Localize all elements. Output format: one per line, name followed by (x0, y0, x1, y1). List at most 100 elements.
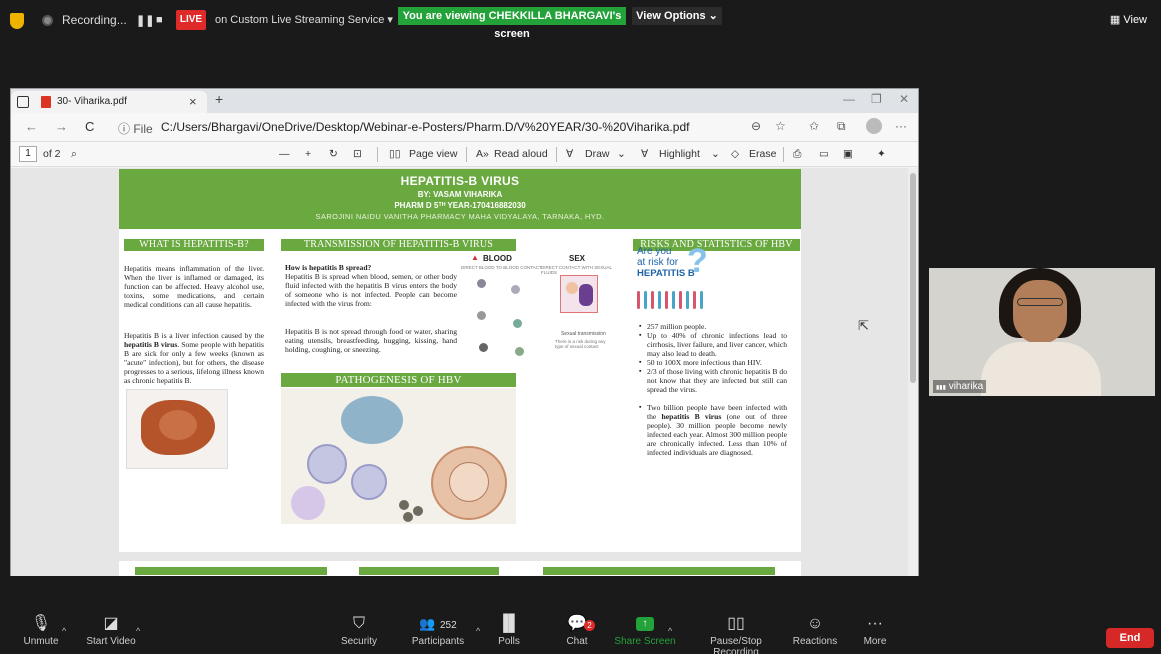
fit-page-icon[interactable]: ⊡ (353, 148, 362, 160)
address-bar-row: ← → C ⓘ File C:/Users/Bhargavi/OneDrive/… (11, 113, 918, 141)
end-meeting-button[interactable]: End (1106, 628, 1154, 648)
close-icon[interactable]: ✕ (899, 92, 909, 106)
poster-author: BY: VASAM VIHARIKA (417, 190, 503, 199)
pause-recording-button[interactable]: ❚❚ (136, 14, 154, 27)
refresh-icon[interactable]: C (85, 119, 94, 134)
transmission-paragraph-2: Hepatitis B is not spread through food o… (285, 327, 457, 354)
pdf-viewer[interactable]: HEPATITIS-B VIRUS BY: VASAM VIHARIKA PHA… (11, 168, 910, 576)
zoom-icon[interactable]: ⊖ (751, 119, 761, 133)
antigen-presenting-cell (341, 396, 403, 444)
person-icon (693, 291, 696, 309)
live-stream-dropdown[interactable]: on Custom Live Streaming Service ▾ (215, 13, 393, 26)
tools-icon (477, 311, 486, 320)
close-tab-icon[interactable]: × (189, 94, 197, 109)
print-icon[interactable]: ⎙ (793, 148, 801, 161)
share-options-caret[interactable]: ^ (668, 626, 672, 636)
highlight-button[interactable]: Highlight (659, 148, 700, 160)
participant-body (981, 342, 1101, 396)
section-head-pathogenesis: PATHOGENESIS OF HBV (281, 373, 516, 387)
zoom-out-icon[interactable]: — (279, 148, 290, 160)
forward-icon[interactable]: → (55, 119, 68, 134)
pause-stop-recording-button[interactable]: ▯▯ Pause/Stop Recording (686, 612, 786, 654)
chevron-down-icon[interactable]: ⌄ (711, 148, 720, 160)
poster-year: PHARM D 5ᵀᴴ YEAR-170416882030 (394, 201, 526, 210)
more-icon[interactable]: ··· (895, 119, 907, 133)
risk-bullet-1: 257 million people. (639, 322, 787, 331)
url-input[interactable]: C:/Users/Bhargavi/OneDrive/Desktop/Webin… (161, 120, 689, 134)
tab-bar: 30- Viharika.pdf × + — ❐ ✕ (11, 89, 918, 113)
rotate-icon[interactable]: ↻ (329, 148, 338, 160)
toothbrush-icon (511, 285, 520, 294)
virus-particle (413, 506, 423, 516)
security-button[interactable]: ⛉ Security (324, 612, 394, 647)
erase-button[interactable]: Erase (749, 148, 776, 160)
read-aloud-icon: A» (476, 148, 489, 160)
page-number-input[interactable]: 1 (19, 146, 37, 162)
ig-sexual-risk: There is a risk during any type of sexua… (555, 339, 606, 349)
share-screen-label: Share Screen (614, 636, 676, 647)
unmute-label: Unmute (23, 636, 59, 647)
draw-icon: ∀ (566, 148, 574, 160)
audio-options-caret[interactable]: ^ (62, 626, 66, 636)
person-icon (679, 291, 682, 309)
back-icon[interactable]: ← (25, 119, 38, 134)
chat-button[interactable]: 💬 Chat (542, 612, 612, 647)
more-icon: ··· (867, 615, 883, 632)
chevron-down-icon[interactable]: ⌄ (617, 148, 626, 160)
pdf-scrollbar-thumb[interactable] (910, 173, 916, 383)
view-options-button[interactable]: View Options ⌄ (632, 7, 722, 25)
draw-button[interactable]: Draw (585, 148, 610, 160)
favorites-icon[interactable]: ✩ (809, 119, 819, 133)
restore-icon[interactable]: ❐ (871, 92, 882, 106)
t-cell (351, 464, 387, 500)
shield-icon[interactable] (10, 13, 24, 29)
poster-title: HEPATITIS-B VIRUS (400, 174, 520, 188)
minimize-icon[interactable]: — (843, 92, 855, 106)
zoom-in-icon[interactable]: + (305, 148, 311, 160)
profile-avatar[interactable] (866, 118, 882, 134)
security-icon: ⛉ (352, 615, 365, 632)
transmission-infographic: ▲ BLOOD SEX DIRECT BLOOD TO BLOOD CONTAC… (459, 251, 623, 362)
poster-college: SAROJINI NAIDU VANITHA PHARMACY MAHA VID… (315, 212, 605, 221)
page-view-button[interactable]: Page view (409, 148, 457, 160)
highlight-icon: ∀ (641, 148, 649, 160)
video-options-caret[interactable]: ^ (136, 626, 140, 636)
pin-toolbar-icon[interactable]: ✦ (877, 148, 886, 160)
participant-video-tile[interactable]: ▮▮▮ viharika (929, 268, 1155, 396)
tab-actions-icon[interactable] (17, 96, 29, 108)
people-icon: 👥 (419, 616, 436, 631)
polls-label: Polls (498, 636, 520, 647)
risk-graphic: Are you at risk for HEPATITIS B ? (635, 242, 725, 316)
risk-bullet-3: 50 to 100X more infectious than HIV. (639, 358, 787, 367)
tab-pdf[interactable]: 30- Viharika.pdf × (11, 91, 207, 113)
person-icon (637, 291, 640, 309)
save-as-icon[interactable]: ▣ (843, 148, 853, 160)
participant-name: ▮▮▮ viharika (933, 380, 987, 393)
page2-section-head (543, 567, 775, 575)
stop-recording-button[interactable]: ■ (156, 14, 163, 26)
save-icon[interactable]: ▭ (819, 148, 829, 160)
participants-button[interactable]: 👥 252 Participants (403, 612, 473, 647)
erase-icon: ◇ (731, 148, 740, 160)
liver-organ (141, 400, 215, 455)
more-button[interactable]: ··· More (840, 612, 910, 647)
poster-page-2 (119, 561, 801, 576)
read-aloud-button[interactable]: Read aloud (494, 148, 548, 160)
hepatocyte-nucleus (449, 462, 489, 502)
pathogenesis-diagram (281, 388, 516, 524)
risk-at-risk: at risk for (637, 257, 679, 268)
collections-icon[interactable]: ⧉ (837, 119, 846, 134)
viewing-screen-banner: You are viewing CHEKKILLA BHARGAVI's scr… (398, 7, 626, 40)
search-icon[interactable]: ⌕ (71, 148, 77, 161)
mouse-cursor-icon: ⇱ (858, 318, 869, 333)
polls-button[interactable]: ▐▌ Polls (474, 612, 544, 647)
view-button[interactable]: ▦ View (1110, 13, 1147, 26)
toolbar-divider (783, 147, 784, 162)
site-info-icon[interactable]: ⓘ File (118, 120, 153, 137)
person-icon (700, 291, 703, 309)
ig-sex-label: SEX (569, 254, 586, 263)
start-video-label: Start Video (86, 636, 136, 647)
favorite-icon[interactable]: ☆ (775, 119, 786, 133)
new-tab-button[interactable]: + (215, 91, 223, 107)
participants-icon: 👥 252 (403, 612, 473, 636)
